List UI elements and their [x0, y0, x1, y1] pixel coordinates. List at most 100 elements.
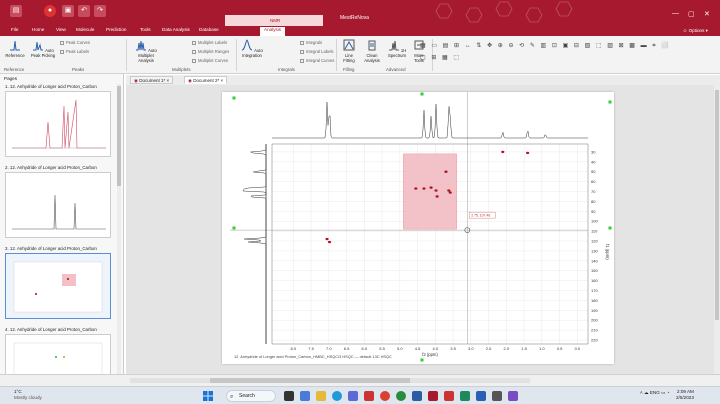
outlook-icon[interactable]: [476, 391, 486, 401]
cross-peak: [327, 240, 332, 244]
y-tick-label: 110: [591, 229, 598, 234]
page-caption: 3. 12. Anhydride of Longer acid Proton_C…: [5, 246, 97, 251]
undo-icon[interactable]: ↶: [78, 5, 90, 17]
cross-peak: [325, 237, 329, 241]
workspace-vertical-scrollbar[interactable]: [714, 85, 720, 374]
tab-document-1[interactable]: ◉ Document 1* ×: [130, 76, 174, 84]
clean-analysis-button[interactable]: Clean Analysis: [362, 39, 382, 63]
x-tick-label: 1.0: [539, 346, 545, 351]
windows-start-icon[interactable]: [203, 391, 213, 401]
tab-tools[interactable]: Tools: [140, 27, 151, 32]
page-thumbnail[interactable]: 2. 12. Anhydride of Longer acid Proton_C…: [5, 165, 111, 238]
multiplet-curves-toggle[interactable]: Multiplet Curves: [192, 58, 228, 63]
chrome-icon[interactable]: ●: [44, 5, 56, 17]
vertical-scroll-thumb[interactable]: [715, 90, 719, 320]
close-button[interactable]: ✕: [704, 10, 710, 18]
tab-data-analysis[interactable]: Data Analysis: [162, 27, 190, 32]
top-projection-spectrum: [272, 102, 588, 139]
integral-curves-toggle[interactable]: Integral Curves: [300, 58, 334, 63]
x-tick-label: 2.5: [486, 346, 492, 351]
x-tick-label: 3.5: [450, 346, 456, 351]
task-view-icon[interactable]: [284, 391, 294, 401]
store-icon[interactable]: [348, 391, 358, 401]
close-tab-icon[interactable]: ×: [166, 78, 169, 83]
peak-labels-toggle[interactable]: Peak Labels: [60, 49, 89, 54]
peak-curves-toggle[interactable]: Peak Curves: [60, 40, 90, 45]
language-indicator: ENG: [649, 390, 660, 395]
word-icon[interactable]: [412, 391, 422, 401]
ribbon-tabs: File Home View Molecule Prediction Tools…: [0, 26, 720, 36]
tab-analysis[interactable]: Analysis: [260, 27, 286, 36]
y-tick-label: 80: [591, 199, 596, 204]
multiplet-ranges-toggle[interactable]: Multiplet Ranges: [192, 49, 229, 54]
spectrum-page[interactable]: 8.0 7.5 7.0 6.5 6.0 5.5 5.0 4.5 4.0 3.5 3.0 2.5 2.0 1…: [222, 92, 614, 364]
ribbon-separator: [236, 39, 237, 71]
pages-scroll-thumb[interactable]: [117, 86, 121, 186]
save-icon[interactable]: ▣: [62, 5, 74, 17]
app-logo-icon[interactable]: ▤: [10, 5, 22, 17]
system-tray[interactable]: ˄ ☁ ENG ▭ ◔: [640, 390, 669, 396]
page-preview: [5, 172, 111, 238]
options-menu[interactable]: ☺ Options ▾: [683, 28, 708, 34]
tab-prediction[interactable]: Prediction: [106, 27, 126, 32]
chrome-profile-icon[interactable]: [396, 391, 406, 401]
multiplets-group-label: Multiplets: [172, 67, 191, 72]
chrome-taskbar-icon[interactable]: [380, 391, 390, 401]
auto-multiplet-analysis-button[interactable]: Auto Multiplet Analysis: [130, 39, 162, 63]
advanced-group-label: Advanced: [386, 67, 406, 72]
tab-processing[interactable]: Processing: [229, 27, 252, 32]
taskbar-search[interactable]: ⌕ Search: [226, 390, 276, 402]
x-tick-label: 7.0: [326, 346, 332, 351]
integral-labels-toggle[interactable]: Integral Labels: [300, 49, 333, 54]
title-bar: ▤ ● ▣ ↶ ↷ MestReNova — ▢ ✕: [0, 0, 720, 26]
maximize-button[interactable]: ▢: [688, 10, 695, 18]
view-tools-row[interactable]: ▦ ▭ ▤ ⊞ ↔ ⇅ ✥ ⊕ ⊖ ⟲ ✎ ▥ ⊡ ▣ ⊟ ▧ ⬚ ▨ ⊠ ▩ …: [420, 42, 671, 50]
1h-spectrum-button[interactable]: 1H Spectrum: [386, 39, 408, 58]
redo-icon[interactable]: ↷: [94, 5, 106, 17]
ribbon-separator: [126, 39, 127, 71]
line-fitting-label: Line Fitting: [343, 53, 355, 63]
excel-icon[interactable]: [460, 391, 470, 401]
file-explorer-icon[interactable]: [316, 391, 326, 401]
weather-widget[interactable]: 1°C Mostly cloudy: [14, 389, 42, 401]
workspace-horizontal-scrollbar[interactable]: [130, 378, 530, 383]
tab-assignments[interactable]: Assignments: [291, 27, 317, 32]
tab-database[interactable]: Database: [199, 27, 219, 32]
integrals-toggle[interactable]: Integrals: [300, 40, 322, 45]
multiplet-labels-toggle[interactable]: Multiplet Labels: [192, 40, 227, 45]
pdf-icon[interactable]: [444, 391, 454, 401]
tab-document-2[interactable]: ◉ Document 2* ×: [184, 76, 228, 84]
teams-icon[interactable]: [508, 391, 518, 401]
mestrenova-taskbar-icon[interactable]: [428, 391, 438, 401]
chat-icon[interactable]: [300, 391, 310, 401]
peaks-group-label: Peaks: [72, 67, 85, 72]
tab-view[interactable]: View: [56, 27, 66, 32]
auto-peak-picking-button[interactable]: Auto Peak Picking: [30, 39, 56, 58]
app-icon-2[interactable]: [492, 391, 502, 401]
view-tools-row-2[interactable]: ▢ ⊞ ▦ ⬚: [420, 54, 461, 61]
y-tick-label: 40: [591, 159, 596, 164]
ribbon-separator: [336, 39, 337, 71]
selection-handle: [608, 100, 612, 104]
taskbar-clock[interactable]: 2:09 AM 2/5/2023: [676, 389, 694, 401]
horizontal-scroll-thumb[interactable]: [210, 378, 410, 383]
tab-molecule[interactable]: Molecule: [76, 27, 94, 32]
minimize-button[interactable]: —: [672, 10, 679, 17]
tab-home[interactable]: Home: [32, 27, 44, 32]
close-tab-icon[interactable]: ×: [220, 78, 223, 83]
ribbon-toolbar: Reference Auto Peak Picking Peak Curves …: [0, 36, 720, 74]
hsqc-spectrum-plot[interactable]: 8.0 7.5 7.0 6.5 6.0 5.5 5.0 4.5 4.0 3.5 3.0 2.5 2.0 1…: [222, 92, 614, 364]
y-tick-label: 200: [591, 318, 598, 323]
auto-integration-button[interactable]: Auto Integration: [240, 39, 264, 58]
line-fitting-button[interactable]: Line Fitting: [340, 39, 358, 63]
tab-file[interactable]: File: [11, 27, 18, 32]
page-thumbnail[interactable]: 1. 12. Anhydride of Longer acid Proton_C…: [5, 84, 111, 157]
app-icon[interactable]: [364, 391, 374, 401]
pages-scrollbar[interactable]: [117, 84, 121, 382]
x-tick-label: 6.0: [362, 346, 368, 351]
edge-icon[interactable]: [332, 391, 342, 401]
reference-icon: [10, 40, 20, 51]
page-thumbnail-selected[interactable]: 3. 12. Anhydride of Longer acid Proton_C…: [5, 246, 111, 319]
reference-button[interactable]: Reference: [4, 39, 26, 58]
document-icon: ◉: [188, 78, 192, 83]
